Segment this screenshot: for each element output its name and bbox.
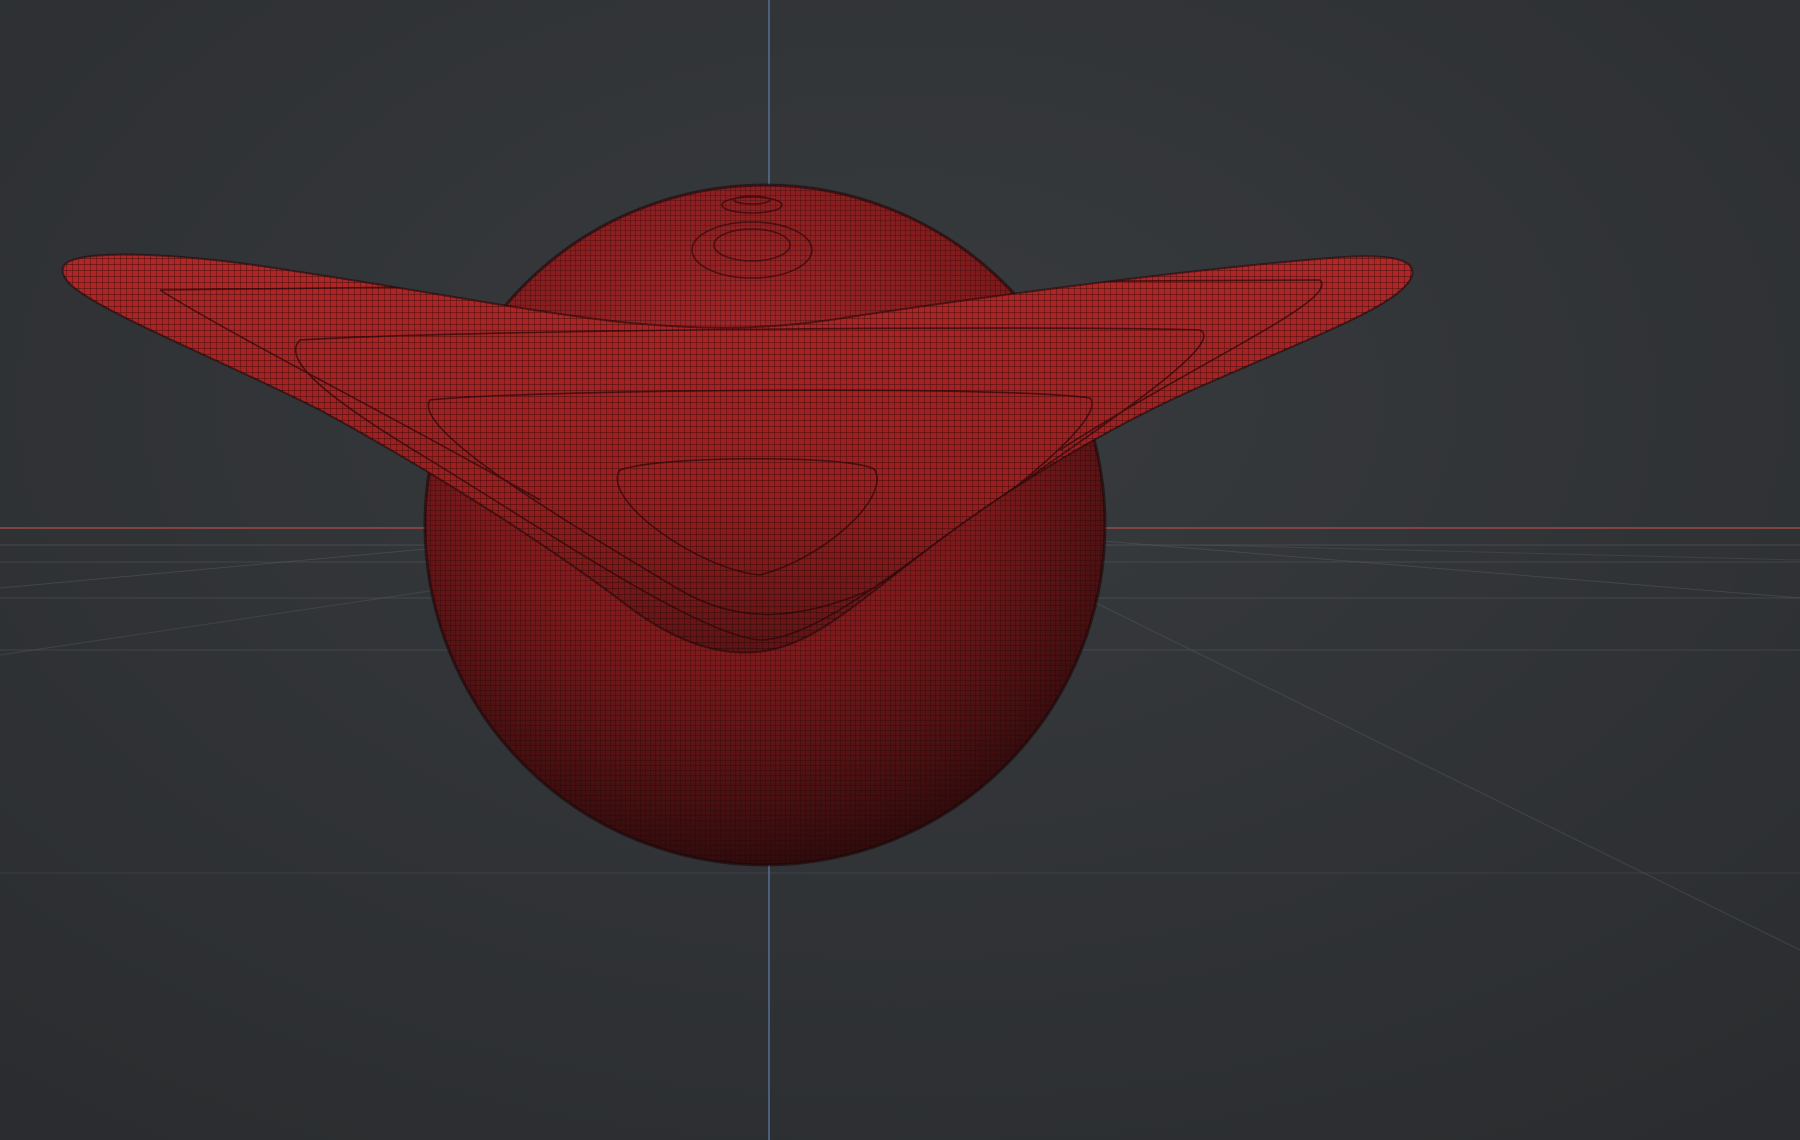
- 3d-viewport[interactable]: [0, 0, 1800, 1140]
- viewport-canvas[interactable]: [0, 0, 1800, 1140]
